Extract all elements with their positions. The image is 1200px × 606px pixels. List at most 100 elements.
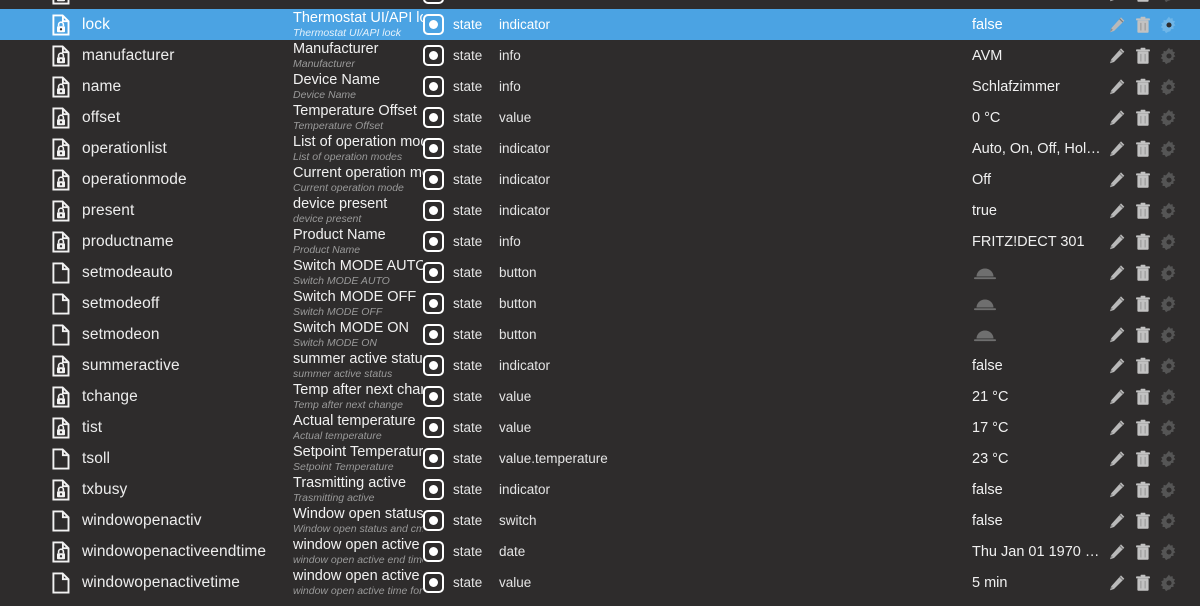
row-actions[interactable] [1108,0,1200,9]
row-actions[interactable] [1108,567,1200,598]
settings-gear-icon[interactable] [1160,450,1178,468]
table-row[interactable]: name Device Name Device Name state info Schla… [0,71,1200,102]
edit-pencil-icon[interactable] [1108,512,1126,530]
table-row[interactable]: tchange Temp after next changeTemp after … [0,381,1200,412]
row-actions[interactable] [1108,474,1200,505]
row-id-cell[interactable]: manufacturer [0,40,292,71]
delete-trash-icon[interactable] [1134,78,1152,96]
settings-gear-icon[interactable] [1160,512,1178,530]
delete-trash-icon[interactable] [1134,264,1152,282]
edit-pencil-icon[interactable] [1108,264,1126,282]
row-id-cell[interactable]: present [0,195,292,226]
edit-pencil-icon[interactable] [1108,233,1126,251]
settings-gear-icon[interactable] [1160,140,1178,158]
table-row[interactable]: present device present device present state… [0,195,1200,226]
row-state-cell[interactable]: state [423,164,482,195]
table-row[interactable]: tsoll Setpoint Temperature Setpoint Temper… [0,443,1200,474]
table-row[interactable]: productname Product Name Product Name state… [0,226,1200,257]
settings-gear-icon[interactable] [1160,171,1178,189]
edit-pencil-icon[interactable] [1108,388,1126,406]
row-actions[interactable] [1108,102,1200,133]
table-row[interactable]: lock Thermostat UI/API lockThermostat UI/… [0,9,1200,40]
row-state-cell[interactable]: state [423,474,482,505]
settings-gear-icon[interactable] [1160,233,1178,251]
edit-pencil-icon[interactable] [1108,481,1126,499]
row-id-cell[interactable]: offset [0,102,292,133]
row-id-cell[interactable]: setmodeon [0,319,292,350]
delete-trash-icon[interactable] [1134,512,1152,530]
row-state-cell[interactable]: state [423,9,482,40]
settings-gear-icon[interactable] [1160,0,1178,3]
edit-pencil-icon[interactable] [1108,0,1126,3]
row-actions[interactable] [1108,536,1200,567]
delete-trash-icon[interactable] [1134,202,1152,220]
row-actions[interactable] [1108,381,1200,412]
edit-pencil-icon[interactable] [1108,419,1126,437]
row-state-cell[interactable]: state [423,288,482,319]
table-row[interactable]: operationmode Current operation modeCurre… [0,164,1200,195]
row-state-cell[interactable]: state [423,257,482,288]
settings-gear-icon[interactable] [1160,47,1178,65]
row-state-cell[interactable]: state [423,195,482,226]
delete-trash-icon[interactable] [1134,16,1152,34]
row-id-cell[interactable]: tist [0,412,292,443]
edit-pencil-icon[interactable] [1108,109,1126,127]
row-id-cell[interactable]: name [0,71,292,102]
row-actions[interactable] [1108,412,1200,443]
delete-trash-icon[interactable] [1134,0,1152,3]
delete-trash-icon[interactable] [1134,543,1152,561]
push-button-icon[interactable] [972,264,998,282]
settings-gear-icon[interactable] [1160,326,1178,344]
row-state-cell[interactable]: state [423,505,482,536]
delete-trash-icon[interactable] [1134,450,1152,468]
push-button-icon[interactable] [972,326,998,344]
row-state-cell[interactable]: state [423,102,482,133]
delete-trash-icon[interactable] [1134,47,1152,65]
row-state-cell[interactable]: state [423,443,482,474]
settings-gear-icon[interactable] [1160,202,1178,220]
row-value[interactable] [972,288,1112,319]
row-id-cell[interactable]: tchange [0,381,292,412]
row-actions[interactable] [1108,9,1200,40]
settings-gear-icon[interactable] [1160,16,1178,34]
row-state-cell[interactable]: state [423,412,482,443]
edit-pencil-icon[interactable] [1108,543,1126,561]
settings-gear-icon[interactable] [1160,388,1178,406]
row-id-cell[interactable] [0,0,292,9]
delete-trash-icon[interactable] [1134,233,1152,251]
row-id-cell[interactable]: setmodeauto [0,257,292,288]
row-id-cell[interactable]: productname [0,226,292,257]
delete-trash-icon[interactable] [1134,326,1152,344]
row-id-cell[interactable]: tsoll [0,443,292,474]
edit-pencil-icon[interactable] [1108,202,1126,220]
row-state-cell[interactable]: state [423,133,482,164]
delete-trash-icon[interactable] [1134,171,1152,189]
row-id-cell[interactable]: txbusy [0,474,292,505]
settings-gear-icon[interactable] [1160,78,1178,96]
row-id-cell[interactable]: windowopenactivetime [0,567,292,598]
edit-pencil-icon[interactable] [1108,326,1126,344]
row-actions[interactable] [1108,443,1200,474]
table-row[interactable]: windowopenactivetime window open active t… [0,567,1200,598]
delete-trash-icon[interactable] [1134,357,1152,375]
table-row[interactable]: manufacturer Manufacturer Manufacturer stat… [0,40,1200,71]
row-actions[interactable] [1108,288,1200,319]
row-state-cell[interactable]: state [423,350,482,381]
edit-pencil-icon[interactable] [1108,16,1126,34]
table-row[interactable]: offset Temperature Offset Temperature Offs… [0,102,1200,133]
delete-trash-icon[interactable] [1134,140,1152,158]
table-row[interactable]: state [0,0,1200,9]
row-actions[interactable] [1108,257,1200,288]
settings-gear-icon[interactable] [1160,481,1178,499]
table-row[interactable]: tist Actual temperature Actual temperature… [0,412,1200,443]
row-id-cell[interactable]: operationmode [0,164,292,195]
table-row[interactable]: summeractive summer active status summer a… [0,350,1200,381]
row-id-cell[interactable]: windowopenactiveendtime [0,536,292,567]
row-id-cell[interactable]: lock [0,9,292,40]
settings-gear-icon[interactable] [1160,357,1178,375]
row-state-cell[interactable]: state [423,536,482,567]
push-button-icon[interactable] [972,295,998,313]
delete-trash-icon[interactable] [1134,295,1152,313]
row-actions[interactable] [1108,319,1200,350]
delete-trash-icon[interactable] [1134,388,1152,406]
